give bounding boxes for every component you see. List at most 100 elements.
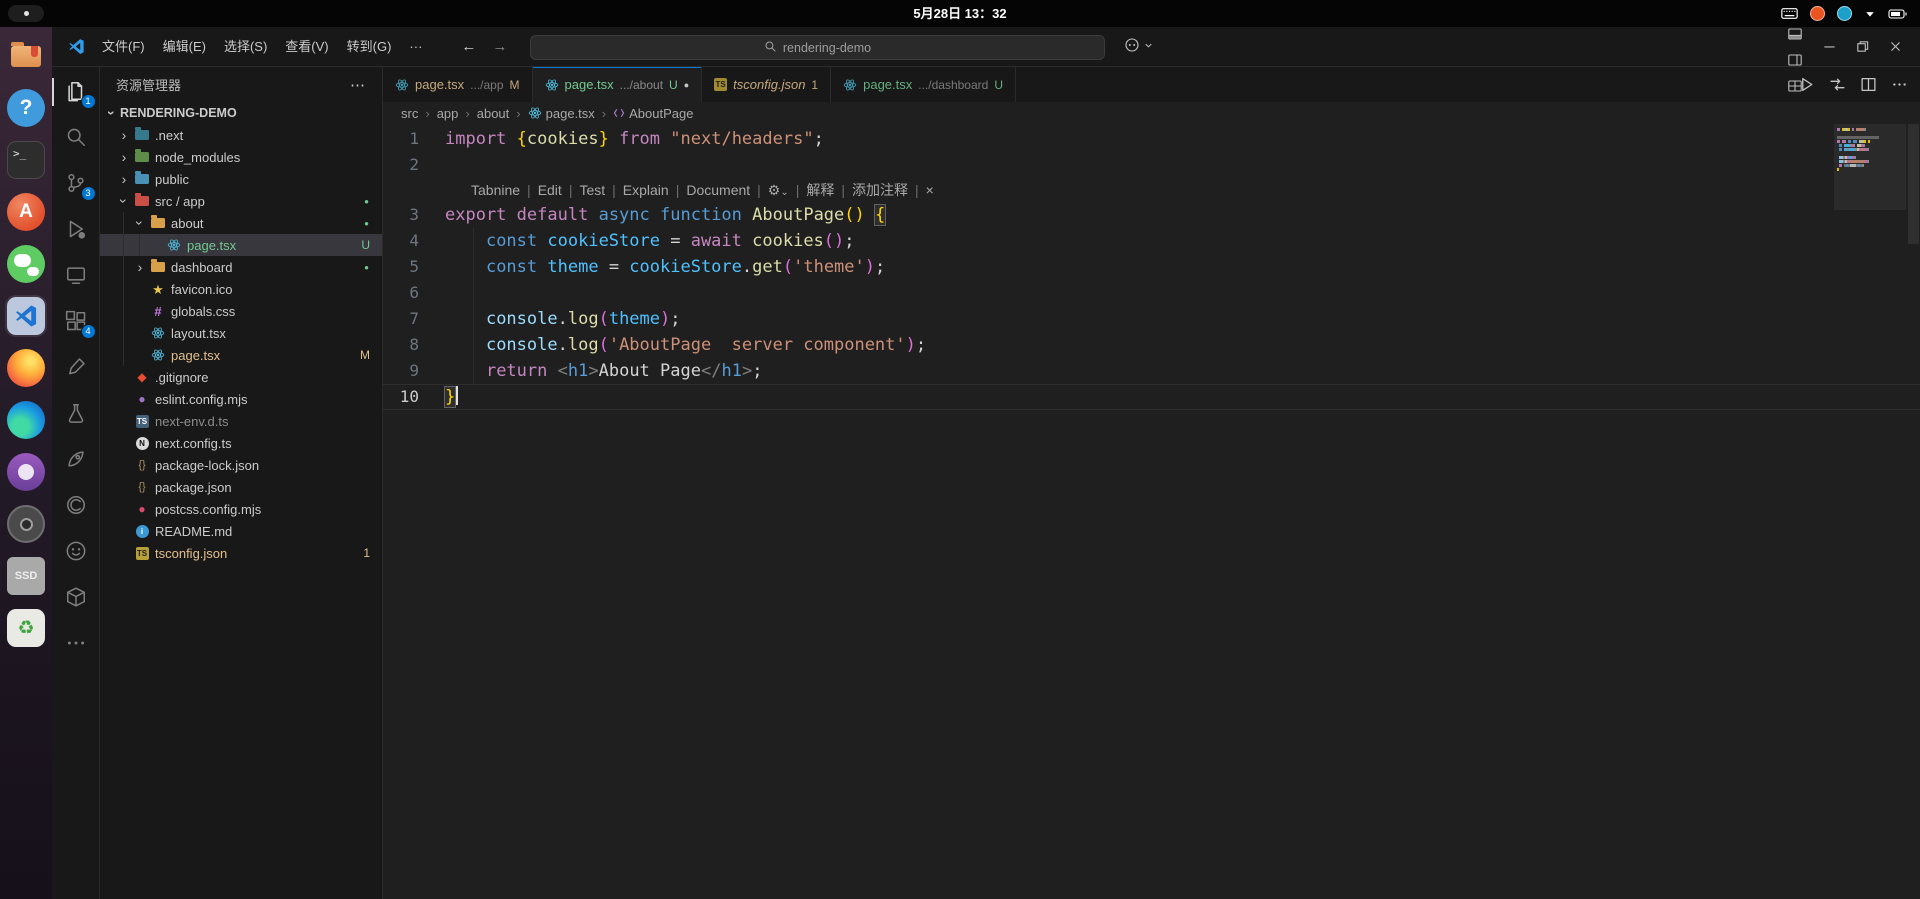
activitybar-package[interactable] <box>52 575 100 621</box>
tree-item-public[interactable]: › public <box>100 168 382 190</box>
activitybar-run-debug[interactable] <box>52 207 100 253</box>
dock-firefox[interactable] <box>5 347 47 389</box>
forward-icon[interactable]: → <box>492 38 507 55</box>
activitybar-extensions[interactable]: 4 <box>52 299 100 345</box>
menu-F[interactable]: 文件(F) <box>93 34 154 60</box>
menu-more[interactable]: ··· <box>400 34 431 60</box>
activitybar-remote-explorer[interactable] <box>52 253 100 299</box>
tree-item-page.tsx[interactable]: › page.tsx M <box>100 344 382 366</box>
toggle-secondary-sidebar-button[interactable] <box>1780 47 1809 73</box>
tree-item-node_modules[interactable]: › node_modules <box>100 146 382 168</box>
tab-page.tsx[interactable]: page.tsx .../dashboard U <box>831 67 1016 102</box>
folder-icon <box>132 149 152 165</box>
dock-edge[interactable] <box>5 399 47 441</box>
customize-layout-button[interactable] <box>1780 73 1809 99</box>
line-number: 10 <box>399 387 419 406</box>
tree-item-postcss.config.mjs[interactable]: › ● postcss.config.mjs <box>100 498 382 520</box>
codelens-close-icon[interactable]: × <box>926 182 934 198</box>
dock-wechat[interactable] <box>5 243 47 285</box>
tree-item-label: next-env.d.ts <box>155 413 229 429</box>
recording-icon[interactable] <box>1810 6 1825 21</box>
activitybar-explorer[interactable]: 1 <box>51 69 100 115</box>
tree-item-layout.tsx[interactable]: › layout.tsx <box>100 322 382 344</box>
dock-purple-app[interactable] <box>5 451 47 493</box>
codelens-test[interactable]: Test <box>579 182 605 198</box>
tree-item-tsconfig.json[interactable]: › TS tsconfig.json 1 <box>100 542 382 564</box>
tree-item-package.json[interactable]: › {} package.json <box>100 476 382 498</box>
arrow-down-icon[interactable] <box>1864 8 1876 20</box>
code-editor[interactable]: 1 import {cookies} from "next/headers"; … <box>383 124 1920 899</box>
tree-item-.next[interactable]: › .next <box>100 124 382 146</box>
dock-app-center[interactable]: A <box>5 191 47 233</box>
dock-terminal[interactable]: >_ <box>5 139 47 181</box>
menu-G[interactable]: 转到(G) <box>338 34 401 60</box>
minimap[interactable] <box>1834 127 1906 171</box>
breadcrumb-about[interactable]: about <box>477 106 510 121</box>
activitybar-testing[interactable] <box>52 391 100 437</box>
sidebar-more-button[interactable]: ⋯ <box>350 76 366 94</box>
activitybar-devtools[interactable] <box>52 483 100 529</box>
tree-item-package-lock.json[interactable]: › {} package-lock.json <box>100 454 382 476</box>
tree-item-README.md[interactable]: › i README.md <box>100 520 382 542</box>
codelens-explain[interactable]: Explain <box>623 182 669 198</box>
codelens-document[interactable]: Document <box>686 182 750 198</box>
line-number: 6 <box>409 283 419 302</box>
activitybar-rocket[interactable] <box>52 437 100 483</box>
tree-item-page.tsx[interactable]: › page.tsx U <box>100 234 382 256</box>
dock-ssd-disk[interactable]: SSD <box>5 555 47 597</box>
dock-recycle-bin[interactable]: ♻ <box>5 607 47 649</box>
dock-screenshot-tool[interactable] <box>5 503 47 545</box>
copilot-button[interactable] <box>1124 37 1154 53</box>
codelens-添加注释[interactable]: 添加注释 <box>852 180 908 200</box>
tab-page.tsx[interactable]: page.tsx .../app M <box>383 67 533 102</box>
activitybar-search[interactable] <box>52 115 100 161</box>
codelens-tabnine[interactable]: Tabnine <box>471 182 520 198</box>
window-restore-button[interactable] <box>1848 34 1877 60</box>
battery-icon[interactable] <box>1888 7 1908 21</box>
codelens-解释[interactable]: 解释 <box>806 180 834 200</box>
menu-V[interactable]: 查看(V) <box>276 34 337 60</box>
codelens-edit[interactable]: Edit <box>538 182 562 198</box>
dock-file-manager[interactable] <box>5 35 47 77</box>
activitybar-brush[interactable] <box>52 345 100 391</box>
network-app-icon[interactable] <box>1837 6 1852 21</box>
activitybar-source-control[interactable]: 3 <box>52 161 100 207</box>
tree-item-next-env.d.ts[interactable]: › TS next-env.d.ts <box>100 410 382 432</box>
breadcrumb-app[interactable]: app <box>437 106 459 121</box>
activitybar-github[interactable] <box>52 529 100 575</box>
tree-item-eslint.config.mjs[interactable]: › ● eslint.config.mjs <box>100 388 382 410</box>
run-debug-icon <box>65 218 87 243</box>
command-center[interactable]: rendering-demo <box>530 35 1105 60</box>
dirty-dot-icon[interactable]: ● <box>684 80 689 90</box>
breadcrumb-src[interactable]: src <box>401 106 418 121</box>
dock-vscode[interactable] <box>5 295 47 337</box>
tab-page.tsx[interactable]: page.tsx .../about U ● <box>532 67 703 102</box>
activitybar-more[interactable] <box>52 621 100 667</box>
menu-E[interactable]: 编辑(E) <box>154 34 215 60</box>
tree-item-globals.css[interactable]: › # globals.css <box>100 300 382 322</box>
tab-tsconfig.json[interactable]: TS tsconfig.json 1 <box>702 67 832 102</box>
tree-item-favicon.ico[interactable]: › ★ favicon.ico <box>100 278 382 300</box>
system-clock[interactable]: 5月28日 13：32 <box>913 0 1006 27</box>
codelens-gear-icon[interactable]: ⚙⌄ <box>768 182 789 199</box>
tree-item-about[interactable]: › about ● <box>100 212 382 234</box>
breadcrumb-page.tsx[interactable]: page.tsx <box>528 106 595 121</box>
breadcrumb-AboutPage[interactable]: AboutPage <box>613 106 693 121</box>
dock-help[interactable]: ? <box>5 87 47 129</box>
workspace-indicator[interactable] <box>8 5 44 22</box>
window-minimize-button[interactable] <box>1815 34 1844 60</box>
system-top-bar: 5月28日 13：32 <box>0 0 1920 27</box>
tree-item-.gitignore[interactable]: › ◆ .gitignore <box>100 366 382 388</box>
window-close-button[interactable] <box>1881 34 1910 60</box>
tree-item-dashboard[interactable]: › dashboard ● <box>100 256 382 278</box>
tree-item-label: favicon.ico <box>171 281 233 297</box>
project-section-header[interactable]: › RENDERING-DEMO <box>100 102 382 124</box>
menu-S[interactable]: 选择(S) <box>215 34 276 60</box>
tree-item-src/app[interactable]: › src / app ● <box>100 190 382 212</box>
editor-scrollbar[interactable] <box>1908 124 1919 244</box>
nav-arrows: ← → <box>461 38 507 55</box>
keyboard-icon[interactable] <box>1781 5 1798 22</box>
activity-badge: 3 <box>80 186 96 201</box>
tree-item-next.config.ts[interactable]: › N next.config.ts <box>100 432 382 454</box>
back-icon[interactable]: ← <box>461 38 476 55</box>
